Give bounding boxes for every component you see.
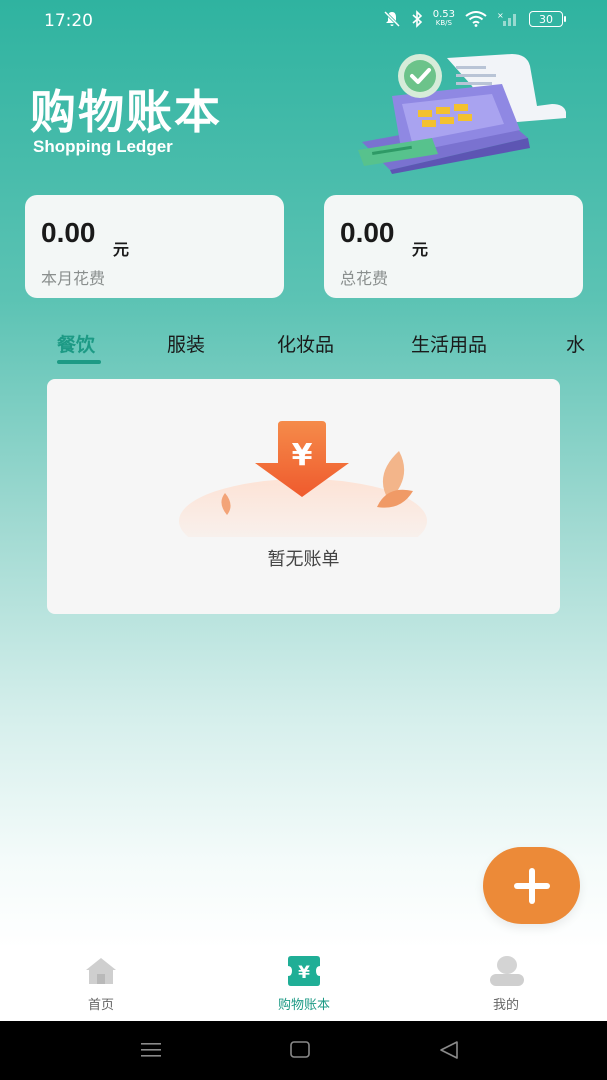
total-spending-card[interactable]: 0.00 元 总花费 — [324, 195, 583, 298]
empty-bill-icon: ¥ — [179, 421, 427, 537]
home-button-icon[interactable] — [289, 1040, 311, 1060]
bluetooth-icon — [412, 10, 422, 28]
tab-indicator — [57, 360, 101, 364]
status-icons: 0.53 KB/S × 30 — [383, 9, 566, 28]
month-spending-card[interactable]: 0.00 元 本月花费 — [25, 195, 284, 298]
system-nav-bar — [0, 1021, 607, 1080]
total-amount: 0.00 — [340, 217, 395, 248]
mute-icon — [383, 10, 400, 28]
home-icon — [86, 958, 116, 984]
back-icon[interactable] — [438, 1040, 460, 1060]
month-amount: 0.00 — [41, 217, 96, 248]
tab-daily-goods[interactable]: 生活用品 — [411, 330, 487, 357]
nav-home[interactable]: 首页 — [21, 945, 181, 1021]
bottom-nav: 首页 ¥ 购物账本 我的 — [0, 945, 607, 1021]
menu-icon[interactable] — [140, 1040, 162, 1060]
yen-ticket-icon: ¥ — [288, 956, 320, 986]
svg-text:×: × — [497, 11, 504, 20]
net-speed: 0.53 KB/S — [432, 9, 455, 28]
month-unit: 元 — [113, 240, 130, 259]
nav-ledger-label: 购物账本 — [277, 998, 330, 1013]
tab-dining[interactable]: 餐饮 — [57, 330, 95, 357]
nav-profile-label: 我的 — [492, 998, 519, 1013]
tab-water[interactable]: 水 — [566, 330, 585, 357]
category-tabs: 餐饮 服装 化妆品 生活用品 水 — [0, 330, 607, 366]
app-title: 购物账本 — [30, 85, 222, 139]
battery-icon: 30 — [529, 11, 566, 27]
total-label: 总花费 — [340, 269, 389, 288]
status-bar: 17:20 0.53 KB/S × 30 — [0, 0, 607, 42]
bill-list-panel: ¥ 暂无账单 — [47, 379, 560, 614]
tab-cosmetics[interactable]: 化妆品 — [277, 330, 334, 357]
plus-icon — [513, 867, 550, 904]
status-time: 17:20 — [44, 11, 93, 31]
svg-text:¥: ¥ — [298, 963, 310, 983]
empty-yen-glyph: ¥ — [292, 438, 313, 473]
nav-profile[interactable]: 我的 — [426, 945, 586, 1021]
month-label: 本月花费 — [41, 269, 106, 288]
user-icon — [490, 956, 524, 986]
add-bill-button[interactable] — [483, 847, 580, 924]
nav-home-label: 首页 — [87, 998, 114, 1013]
empty-state-text: 暂无账单 — [267, 549, 340, 570]
total-unit: 元 — [412, 240, 429, 259]
wifi-icon — [465, 11, 487, 27]
tab-clothing[interactable]: 服装 — [167, 330, 205, 357]
app-subtitle: Shopping Ledger — [33, 137, 173, 156]
nav-ledger[interactable]: ¥ 购物账本 — [224, 945, 384, 1021]
pos-terminal-illustration — [358, 54, 566, 174]
signal-icon: × — [497, 11, 516, 26]
